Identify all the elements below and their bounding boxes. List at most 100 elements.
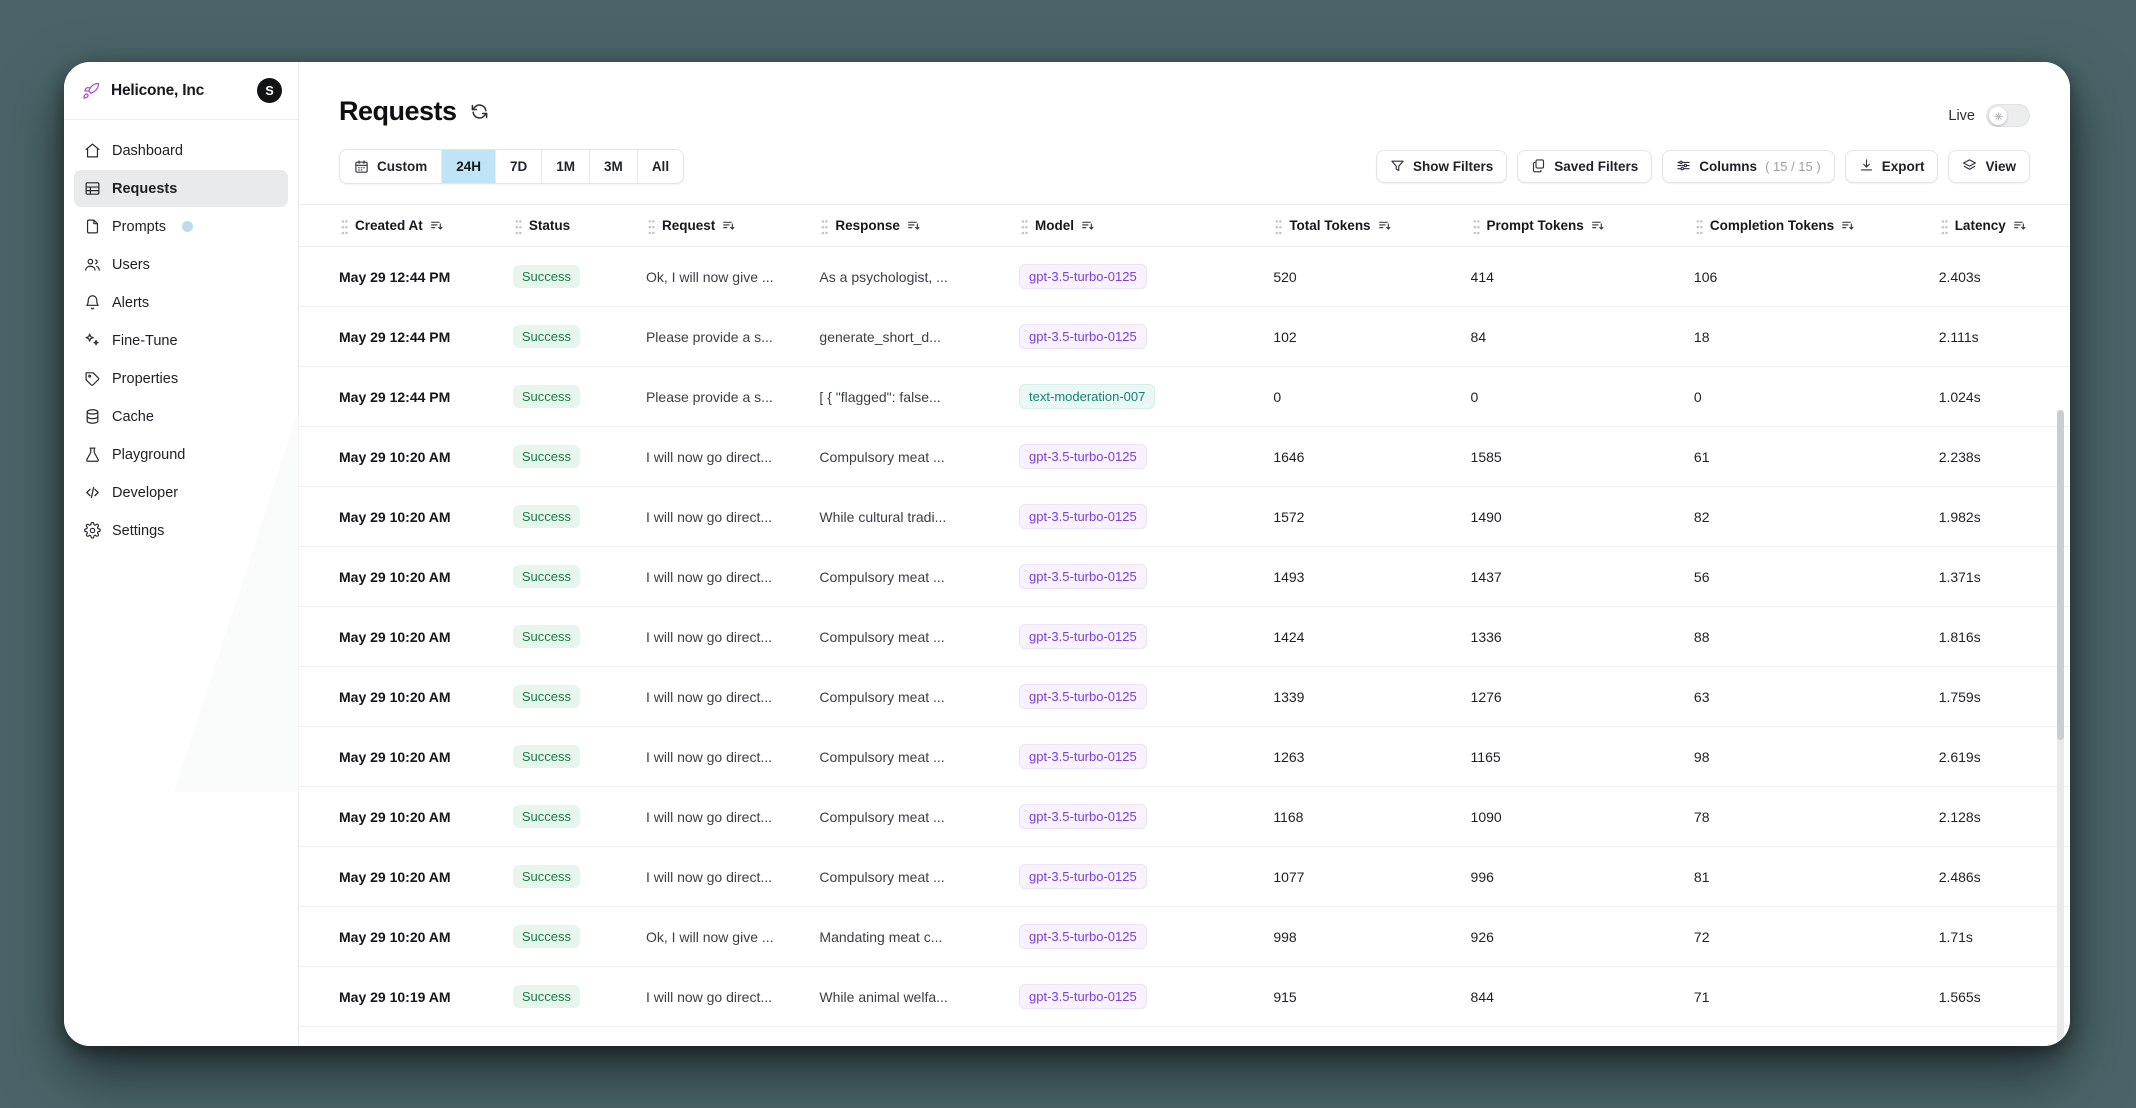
table-row[interactable]: May 29 10:20 AMSuccessI will now go dire… <box>299 487 2070 547</box>
table-row[interactable]: May 29 12:44 PMSuccessPlease provide a s… <box>299 307 2070 367</box>
cell-response: While cultural tradi... <box>819 487 1019 547</box>
drag-handle-icon[interactable] <box>341 219 348 232</box>
drag-handle-icon[interactable] <box>821 219 828 232</box>
export-button[interactable]: Export <box>1845 150 1939 183</box>
sidebar-item-alerts[interactable]: Alerts <box>74 284 288 321</box>
table-row[interactable]: May 29 10:20 AMSuccessOk, I will now giv… <box>299 907 2070 967</box>
cell-completion-tokens: 81 <box>1694 847 1939 907</box>
column-header-label: Latency <box>1955 218 2006 233</box>
document-icon <box>84 218 101 235</box>
cell-response: Compulsory meat ... <box>819 667 1019 727</box>
sidebar-item-users[interactable]: Users <box>74 246 288 283</box>
cell-total-tokens: 1646 <box>1273 427 1470 487</box>
sidebar-item-dashboard[interactable]: Dashboard <box>74 132 288 169</box>
drag-handle-icon[interactable] <box>1275 219 1282 232</box>
live-toggle[interactable] <box>1986 104 2030 127</box>
rocket-icon <box>82 82 100 100</box>
cell-total-tokens: 1077 <box>1273 847 1470 907</box>
drag-handle-icon[interactable] <box>1941 219 1948 232</box>
sort-icon[interactable] <box>430 219 443 232</box>
timerange-custom[interactable]: Custom <box>340 150 442 183</box>
download-icon <box>1859 158 1874 176</box>
column-header-label: Model <box>1035 218 1074 233</box>
model-badge: gpt-3.5-turbo-0125 <box>1019 504 1147 529</box>
sidebar-item-label: Cache <box>112 409 154 425</box>
refresh-icon[interactable] <box>470 102 489 121</box>
drag-handle-icon[interactable] <box>648 219 655 232</box>
view-button[interactable]: View <box>1948 150 2030 183</box>
timerange-tab-all[interactable]: All <box>638 150 683 183</box>
sort-icon[interactable] <box>1841 219 1854 232</box>
column-header-model[interactable]: Model <box>1019 205 1273 247</box>
cell-response: Compulsory meat ... <box>819 787 1019 847</box>
status-badge: Success <box>513 685 580 708</box>
drag-handle-icon[interactable] <box>1696 219 1703 232</box>
timerange-tab-1m[interactable]: 1M <box>542 150 590 183</box>
cell-status: Success <box>513 367 646 427</box>
sidebar-item-playground[interactable]: Playground <box>74 436 288 473</box>
drag-handle-icon[interactable] <box>1021 219 1028 232</box>
column-header-completion-tokens[interactable]: Completion Tokens <box>1694 205 1939 247</box>
sidebar-item-requests[interactable]: Requests <box>74 170 288 207</box>
sort-icon[interactable] <box>2013 219 2026 232</box>
column-header-request[interactable]: Request <box>646 205 819 247</box>
timerange-tab-24h[interactable]: 24H <box>442 150 496 183</box>
column-header-response[interactable]: Response <box>819 205 1019 247</box>
cell-prompt-tokens: 996 <box>1471 847 1694 907</box>
table-row[interactable]: May 29 10:20 AMSuccessI will now go dire… <box>299 607 2070 667</box>
sidebar-item-label: Requests <box>112 181 177 197</box>
table-row[interactable]: May 29 12:44 PMSuccessOk, I will now giv… <box>299 247 2070 307</box>
column-header-label: Total Tokens <box>1289 218 1370 233</box>
column-header-prompt-tokens[interactable]: Prompt Tokens <box>1471 205 1694 247</box>
cell-status: Success <box>513 967 646 1027</box>
table-row[interactable]: May 29 10:20 AMSuccessI will now go dire… <box>299 427 2070 487</box>
drag-handle-icon[interactable] <box>1473 219 1480 232</box>
table-row[interactable]: May 29 10:20 AMSuccessI will now go dire… <box>299 847 2070 907</box>
cell-prompt-tokens: 1090 <box>1471 787 1694 847</box>
sidebar-item-fine-tune[interactable]: Fine-Tune <box>74 322 288 359</box>
model-badge: gpt-3.5-turbo-0125 <box>1019 864 1147 889</box>
table-icon <box>84 180 101 197</box>
table-row[interactable]: May 29 10:20 AMSuccessI will now go dire… <box>299 667 2070 727</box>
sidebar-item-developer[interactable]: Developer <box>74 474 288 511</box>
table-scrollbar[interactable] <box>2057 410 2064 1046</box>
cell-status: Success <box>513 727 646 787</box>
cell-created-at: May 29 10:20 AM <box>299 667 513 727</box>
sort-icon[interactable] <box>1081 219 1094 232</box>
sort-icon[interactable] <box>907 219 920 232</box>
avatar[interactable]: S <box>257 78 282 103</box>
sidebar-item-settings[interactable]: Settings <box>74 512 288 549</box>
brand-header: Helicone, Inc S <box>64 62 298 120</box>
page-header: Requests Live <box>299 62 2070 127</box>
column-header-created-at[interactable]: Created At <box>299 205 513 247</box>
cell-model: gpt-3.5-turbo-0125 <box>1019 547 1273 607</box>
columns-button[interactable]: Columns ( 15 / 15 ) <box>1662 150 1834 183</box>
column-header-latency[interactable]: Latency <box>1939 205 2070 247</box>
table-row[interactable]: May 29 10:20 AMSuccessI will now go dire… <box>299 787 2070 847</box>
drag-handle-icon[interactable] <box>515 219 522 232</box>
sort-icon[interactable] <box>722 219 735 232</box>
sort-icon[interactable] <box>1378 219 1391 232</box>
table-row[interactable]: May 29 10:20 AMSuccessI will now go dire… <box>299 727 2070 787</box>
sidebar-item-label: Fine-Tune <box>112 333 178 349</box>
sidebar-item-properties[interactable]: Properties <box>74 360 288 397</box>
scrollbar-thumb[interactable] <box>2057 410 2064 740</box>
column-header-total-tokens[interactable]: Total Tokens <box>1273 205 1470 247</box>
sliders-icon <box>1676 158 1691 176</box>
filter-icon <box>1390 158 1405 176</box>
timerange-tab-7d[interactable]: 7D <box>496 150 542 183</box>
cell-model: gpt-3.5-turbo-0125 <box>1019 727 1273 787</box>
sidebar-item-cache[interactable]: Cache <box>74 398 288 435</box>
table-row[interactable]: May 29 10:20 AMSuccessI will now go dire… <box>299 547 2070 607</box>
code-icon <box>84 484 101 501</box>
timerange-tab-3m[interactable]: 3M <box>590 150 638 183</box>
show-filters-button[interactable]: Show Filters <box>1376 150 1507 183</box>
table-row[interactable]: May 29 12:44 PMSuccessPlease provide a s… <box>299 367 2070 427</box>
saved-filters-button[interactable]: Saved Filters <box>1517 150 1652 183</box>
column-header-status[interactable]: Status <box>513 205 646 247</box>
sort-icon[interactable] <box>1591 219 1604 232</box>
app-window: Helicone, Inc S Dashboard Requests <box>64 62 2070 1046</box>
table-row[interactable]: May 29 10:19 AMSuccessI will now go dire… <box>299 967 2070 1027</box>
cell-response: Compulsory meat ... <box>819 547 1019 607</box>
sidebar-item-prompts[interactable]: Prompts <box>74 208 288 245</box>
